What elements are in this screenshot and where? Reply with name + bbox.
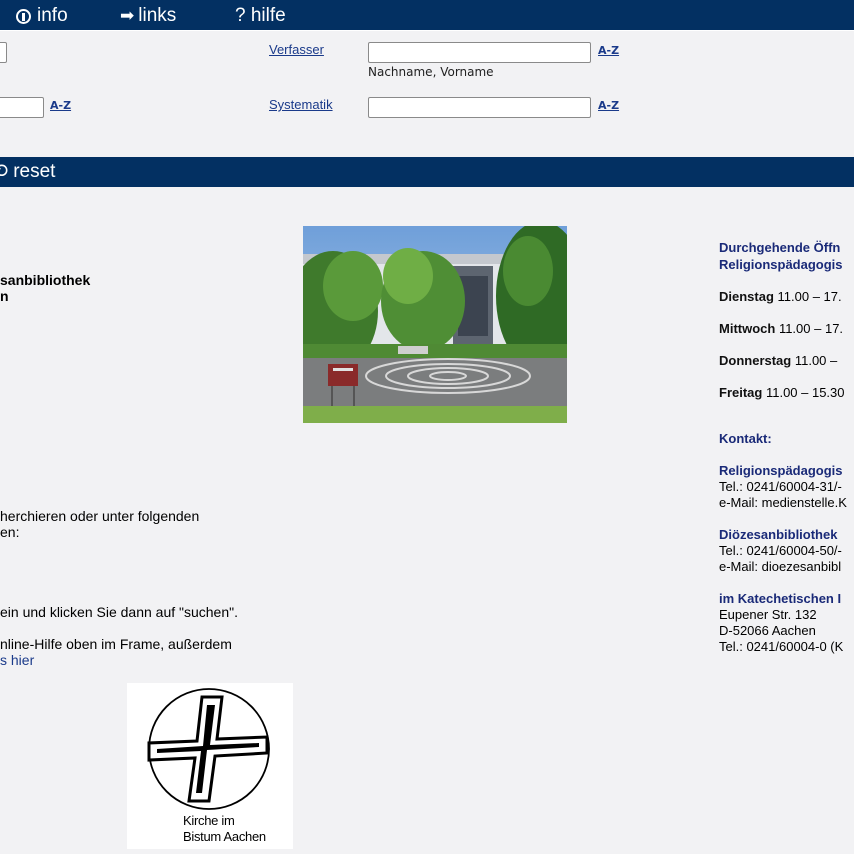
systematik-az-link[interactable]: A-Z [598, 99, 619, 112]
logo-caption-line2: Bistum Aachen [183, 829, 266, 844]
help-text: nline-Hilfe oben im Frame, außerdem [0, 636, 232, 652]
search-form: A-Z Verfasser A-Z Nachname, Vorname Syst… [0, 31, 854, 157]
library-name-line1: sanbibliothek [0, 272, 91, 288]
kontakt-heading: Kontakt: [719, 431, 772, 446]
hours-heading-line2: Religionspädagogis [719, 257, 843, 272]
arrow-right-icon: ➡ [120, 6, 135, 25]
address-name: im Katechetischen I [719, 591, 842, 606]
contact-name: Religionspädagogis [719, 463, 843, 478]
contact-name: Diözesanbibliothek [719, 527, 838, 542]
kirche-im-bistum-aachen-logo: Kirche im Bistum Aachen [127, 683, 293, 849]
info-link[interactable]: info [16, 5, 68, 27]
verfasser-label[interactable]: Verfasser [269, 42, 324, 57]
opening-hours-panel: Durchgehende Öffn Religionspädagogis Die… [719, 240, 854, 660]
verfasser-input[interactable] [368, 42, 591, 63]
hours-row: Dienstag 11.00 – 17. [719, 289, 842, 304]
reset-icon: ⟲ [0, 161, 8, 182]
hours-heading-line1: Durchgehende Öffn [719, 240, 841, 255]
help-link[interactable]: s hier [0, 652, 34, 668]
contact-tel: Tel.: 0241/60004-50/- [719, 543, 842, 558]
systematik-input[interactable] [368, 97, 591, 118]
library-name-line2: n [0, 288, 9, 304]
intro-text-line2: en: [0, 524, 20, 540]
reset-label: reset [13, 161, 56, 182]
address-city: D-52066 Aachen [719, 623, 816, 638]
hours-row: Freitag 11.00 – 15.30 [719, 385, 845, 400]
intro-text-line1: herchieren oder unter folgenden [0, 508, 200, 524]
hilfe-label: ? hilfe [235, 5, 286, 26]
systematik-label[interactable]: Systematik [269, 97, 333, 112]
cross-logo-icon [147, 688, 270, 810]
hours-row: Donnerstag 11.00 – [719, 353, 838, 368]
info-icon [16, 8, 31, 24]
reset-button[interactable]: ⟲ reset [0, 160, 55, 183]
address-street: Eupener Str. 132 [719, 607, 817, 622]
links-link[interactable]: ➡ links [120, 5, 176, 27]
hours-row: Mittwoch 11.00 – 17. [719, 321, 844, 336]
info-label: info [37, 5, 68, 26]
verfasser-hint: Nachname, Vorname [368, 65, 494, 79]
verfasser-az-link[interactable]: A-Z [598, 44, 619, 57]
left-field-2[interactable] [0, 97, 44, 118]
contact-mail[interactable]: e-Mail: dioezesanbibl [719, 559, 841, 574]
instruction-text: ein und klicken Sie dann auf "suchen". [0, 604, 238, 620]
left-az-link[interactable]: A-Z [50, 99, 71, 112]
address-tel: Tel.: 0241/60004-0 (K [719, 639, 844, 654]
library-building-photo [303, 226, 567, 423]
logo-caption-line1: Kirche im [183, 813, 235, 828]
contact-mail[interactable]: e-Mail: medienstelle.K [719, 495, 847, 510]
links-label: links [138, 5, 177, 26]
hilfe-link[interactable]: ? hilfe [235, 5, 286, 27]
left-field-1[interactable] [0, 42, 7, 63]
action-bar: ⟲ reset [0, 157, 854, 187]
top-navigation-bar: info ➡ links ? hilfe [0, 0, 854, 31]
contact-tel: Tel.: 0241/60004-31/- [719, 479, 842, 494]
